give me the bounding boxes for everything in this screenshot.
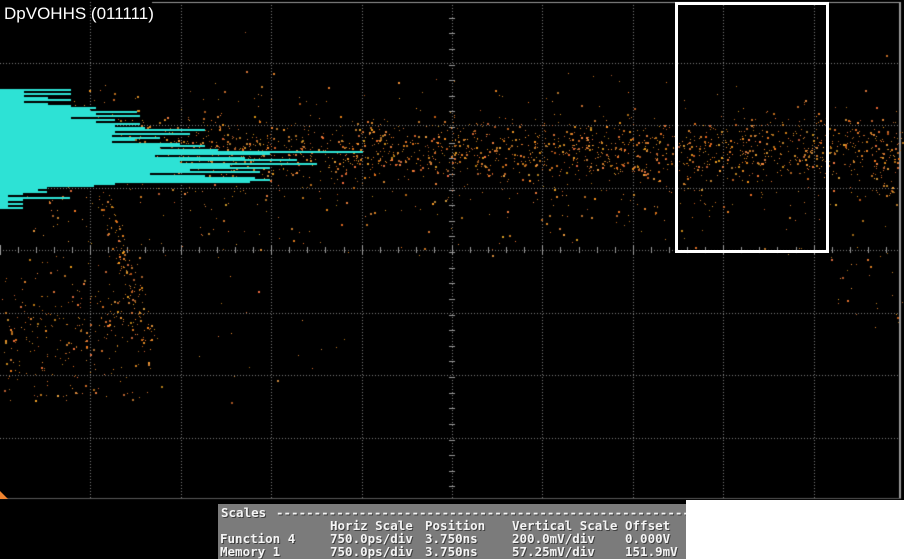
selection-region-box[interactable] — [675, 2, 829, 253]
scales-cell-horiz_scale: 750.0ps/div — [330, 544, 413, 559]
scales-data-row: Function 4750.0ps/div3.750ns200.0mV/div0… — [218, 531, 686, 544]
scales-panel: Scales----------------------------------… — [218, 504, 686, 559]
scales-cell-offset: 151.9mV — [625, 544, 678, 559]
measurement-title: DpVOHHS (011111) — [4, 4, 154, 24]
scales-cell-position: 3.750ns — [425, 544, 478, 559]
scales-title-row: Scales----------------------------------… — [218, 505, 686, 518]
oscilloscope-screen: DpVOHHS (011111) Scales-----------------… — [0, 0, 904, 559]
scales-data-row: Memory 1 750.0ps/div 3.750ns 57.25mV/div 151… — [218, 544, 686, 557]
page-background-area — [686, 500, 904, 559]
scales-cell-name: Memory 1 — [220, 544, 280, 559]
scales-cell-vertical_scale: 57.25mV/div — [512, 544, 595, 559]
scales-header-row: Horiz ScalePositionVertical ScaleOffset — [218, 518, 686, 531]
trigger-marker-icon — [0, 491, 8, 499]
